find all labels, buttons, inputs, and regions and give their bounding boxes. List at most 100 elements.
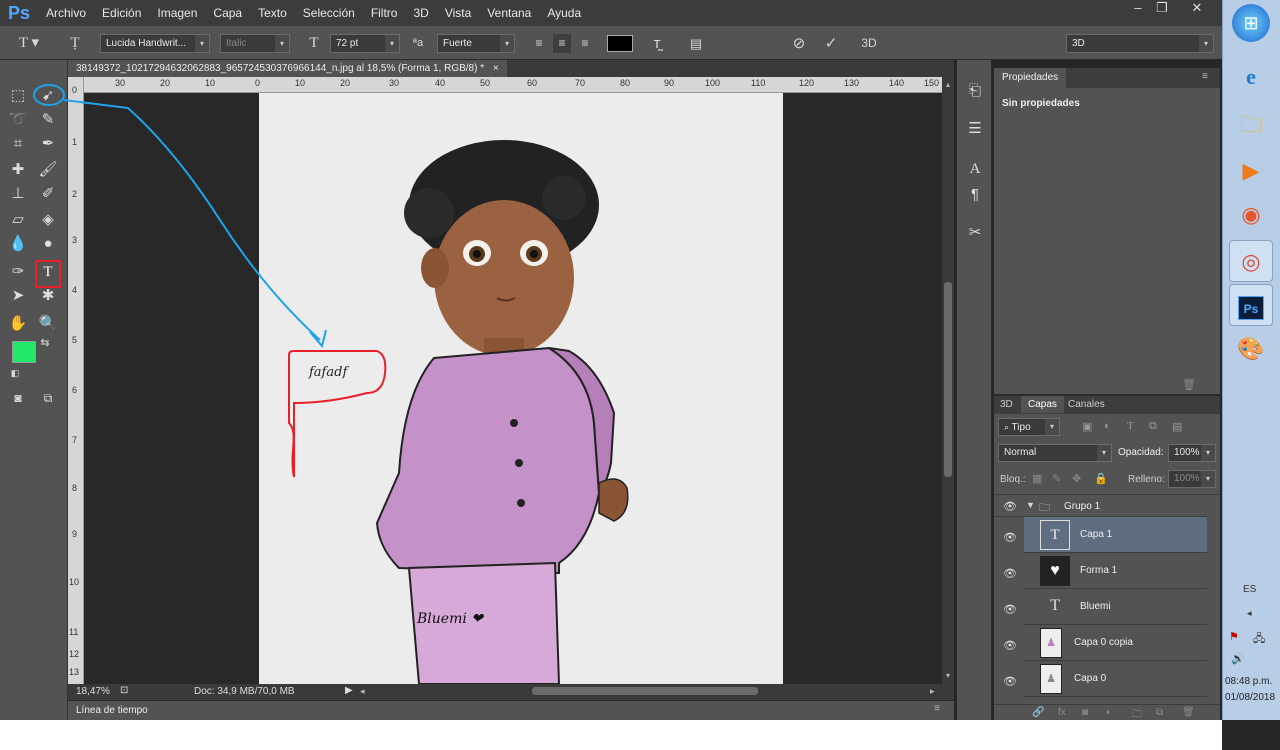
- fx-icon[interactable]: fx: [1058, 707, 1066, 718]
- layer-filter-select[interactable]: ⌕ Tipo ▾: [998, 418, 1060, 436]
- firefox-icon[interactable]: ◉: [1229, 194, 1273, 236]
- actions-panel-icon[interactable]: ☰: [957, 116, 993, 142]
- trash-icon[interactable]: 🗑: [1182, 378, 1196, 391]
- lock-image-icon[interactable]: ✎: [1052, 472, 1061, 485]
- antialias-select[interactable]: Fuerte ▾: [437, 34, 515, 53]
- link-layers-icon[interactable]: 🔗: [1032, 707, 1044, 718]
- cancel-icon[interactable]: ⊘: [788, 34, 810, 53]
- eye-icon[interactable]: 👁: [1003, 567, 1017, 580]
- timeline-label[interactable]: Línea de tiempo: [76, 705, 148, 716]
- scroll-right-icon[interactable]: ▸: [930, 686, 935, 697]
- character-panel-icon[interactable]: ▤: [686, 34, 706, 53]
- commit-check-icon[interactable]: ✓: [820, 34, 842, 53]
- tool-presets-icon[interactable]: ✂: [957, 220, 993, 246]
- menu-archivo[interactable]: Archivo: [38, 6, 94, 20]
- adjustment-layer-icon[interactable]: ◐: [1106, 707, 1112, 718]
- eye-icon[interactable]: 👁: [1003, 603, 1017, 616]
- warp-text-icon[interactable]: ᴛ̰: [647, 34, 667, 53]
- menu-edicion[interactable]: Edición: [94, 6, 149, 20]
- paint-icon[interactable]: 🎨: [1229, 328, 1273, 370]
- menu-ayuda[interactable]: Ayuda: [539, 6, 589, 20]
- 3d-mode-button[interactable]: 3D: [856, 34, 882, 53]
- align-right-icon[interactable]: ≡: [576, 34, 594, 53]
- history-panel-icon[interactable]: ⎗: [957, 78, 993, 104]
- panel-menu-icon[interactable]: ≡: [934, 703, 940, 714]
- font-size-select[interactable]: 72 pt ▾: [330, 34, 400, 53]
- clock-time[interactable]: 08:48 p.m.: [1225, 676, 1272, 687]
- photoshop-taskbar-icon[interactable]: Ps: [1229, 284, 1273, 326]
- text-color-swatch[interactable]: [607, 35, 633, 52]
- menu-ventana[interactable]: Ventana: [479, 6, 539, 20]
- scroll-down-icon[interactable]: ▾: [942, 671, 954, 681]
- scroll-up-icon[interactable]: ▴: [942, 80, 954, 90]
- menu-seleccion[interactable]: Selección: [295, 6, 363, 20]
- vertical-scrollbar[interactable]: ▴ ▾: [942, 77, 954, 684]
- layer-row-shape[interactable]: ♥ Forma 1: [1024, 553, 1207, 589]
- character-panel-icon[interactable]: A: [957, 156, 993, 182]
- canvas-text-layer[interactable]: fafadf: [309, 365, 347, 380]
- chrome-icon[interactable]: ◎: [1229, 240, 1273, 282]
- file-explorer-icon[interactable]: 🗀: [1229, 104, 1273, 146]
- default-colors-icon[interactable]: ◧: [8, 366, 22, 380]
- horizontal-scrollbar[interactable]: ◂ ▸: [360, 684, 942, 698]
- paragraph-panel-icon[interactable]: ¶: [957, 182, 993, 208]
- text-tool-preset-icon[interactable]: T ▾: [14, 34, 44, 53]
- lock-pixels-icon[interactable]: ▦: [1032, 472, 1042, 485]
- status-menu-arrow-icon[interactable]: ▶: [345, 685, 353, 696]
- layer-row-image[interactable]: ♟ Capa 0: [1024, 661, 1207, 697]
- internet-explorer-icon[interactable]: e: [1229, 56, 1273, 98]
- align-center-icon[interactable]: ≡: [553, 34, 571, 53]
- close-button[interactable]: ✕: [1180, 0, 1214, 18]
- panel-menu-icon[interactable]: ≡: [1202, 71, 1208, 82]
- font-style-select[interactable]: Italic ▾: [220, 34, 290, 53]
- eye-icon[interactable]: 👁: [1003, 500, 1017, 513]
- eye-icon[interactable]: 👁: [1003, 531, 1017, 544]
- opacity-field[interactable]: 100% ▾: [1168, 444, 1216, 462]
- lock-position-icon[interactable]: ✥: [1072, 472, 1081, 485]
- clock-date[interactable]: 01/08/2018: [1225, 692, 1275, 703]
- trash-icon[interactable]: 🗑: [1182, 707, 1195, 718]
- chevron-left-icon[interactable]: ◂: [1247, 608, 1252, 619]
- media-player-icon[interactable]: ▶: [1229, 150, 1273, 192]
- windows-orb-icon[interactable]: ⊞: [1232, 4, 1270, 42]
- filter-adjustment-icon[interactable]: ◐: [1104, 420, 1111, 432]
- menu-capa[interactable]: Capa: [205, 6, 250, 20]
- close-tab-icon[interactable]: ×: [493, 63, 499, 74]
- layer-row-group[interactable]: 👁 ▼ 🗀 Grupo 1: [994, 495, 1207, 517]
- blend-mode-select[interactable]: Normal ▾: [998, 444, 1112, 462]
- screen-mode-icon[interactable]: ⧉: [35, 386, 61, 410]
- fill-field[interactable]: 100% ▾: [1168, 470, 1216, 488]
- restore-button[interactable]: ❐: [1146, 0, 1178, 18]
- action-center-icon[interactable]: ⚑: [1229, 630, 1239, 643]
- layer-row-text[interactable]: T Bluemi: [1024, 589, 1207, 625]
- zoom-level[interactable]: 18,47%: [76, 686, 110, 697]
- properties-tab[interactable]: Propiedades: [994, 68, 1067, 88]
- layer-row-image[interactable]: ♟ Capa 0 copia: [1024, 625, 1207, 661]
- scroll-left-icon[interactable]: ◂: [360, 686, 365, 697]
- text-orientation-icon[interactable]: Ṭ: [66, 34, 84, 53]
- tab-canales[interactable]: Canales: [1062, 396, 1111, 413]
- tab-3d[interactable]: 3D: [994, 396, 1019, 413]
- volume-icon[interactable]: 🔊: [1231, 652, 1245, 665]
- font-family-select[interactable]: Lucida Handwrit... ▾: [100, 34, 210, 53]
- add-mask-icon[interactable]: ◙: [1082, 707, 1088, 718]
- menu-vista[interactable]: Vista: [437, 6, 479, 20]
- tab-capas[interactable]: Capas: [1021, 396, 1064, 413]
- menu-filtro[interactable]: Filtro: [363, 6, 406, 20]
- workspace-select[interactable]: 3D ▾: [1066, 34, 1214, 53]
- align-left-icon[interactable]: ≡: [530, 34, 548, 53]
- layer-row-selected[interactable]: T Capa 1: [1024, 517, 1207, 553]
- chevron-down-icon[interactable]: ▼: [1026, 500, 1035, 510]
- filter-shape-icon[interactable]: ⧉: [1149, 420, 1157, 433]
- export-icon[interactable]: ⊡: [120, 685, 128, 696]
- lock-all-icon[interactable]: 🔒: [1094, 472, 1108, 485]
- eye-icon[interactable]: 👁: [1003, 675, 1017, 688]
- new-layer-icon[interactable]: ⧉: [1156, 707, 1163, 718]
- filter-type-icon[interactable]: T: [1127, 420, 1134, 432]
- menu-3d[interactable]: 3D: [405, 6, 436, 20]
- eye-icon[interactable]: 👁: [1003, 639, 1017, 652]
- filter-smart-icon[interactable]: ▤: [1172, 420, 1182, 433]
- vertical-scroll-thumb[interactable]: [944, 282, 952, 477]
- language-indicator[interactable]: ES: [1243, 584, 1256, 595]
- filter-pixel-icon[interactable]: ▣: [1082, 420, 1092, 433]
